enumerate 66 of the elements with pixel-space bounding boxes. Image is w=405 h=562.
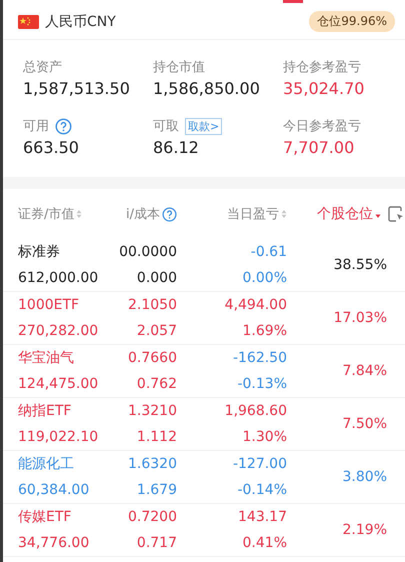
position-cell-text: 2.19% xyxy=(342,522,387,538)
stat-label: 总资产 xyxy=(23,59,62,76)
stat-label: 今日参考盈亏 xyxy=(283,118,361,135)
position-cell-text: 3.80% xyxy=(342,469,387,485)
security-name: 1000ETF xyxy=(18,297,80,313)
pnl-cell-text: 1,968.60 xyxy=(224,403,287,419)
column-settings-icon[interactable] xyxy=(387,205,405,223)
stat-label: 可取 xyxy=(153,118,179,135)
help-icon[interactable] xyxy=(162,206,177,222)
stat-value: 663.50 xyxy=(23,138,80,157)
cost-cell-text: 1.112 xyxy=(136,429,177,445)
cost-cell-text: 2.057 xyxy=(136,323,177,339)
price-cell-text: 1.3210 xyxy=(127,403,177,419)
tab-indicator xyxy=(283,0,303,3)
stat-label: 持仓市值 xyxy=(153,59,205,76)
price-cell-text: 00.0000 xyxy=(118,244,177,260)
position-badge: 仓位99.96% xyxy=(309,11,395,32)
pnl-percent-cell-text: -0.14% xyxy=(236,482,287,498)
currency-label: 人民币CNY xyxy=(45,12,117,30)
price-cell-text: 0.7200 xyxy=(127,509,177,525)
price-cell-text: 0.7660 xyxy=(127,350,177,366)
security-name: 标准券 xyxy=(18,243,61,261)
flag-icon xyxy=(18,14,39,28)
security-name: 能源化工 xyxy=(18,455,75,473)
cost-cell-text: 0.762 xyxy=(136,376,177,392)
position-cell-text: 7.84% xyxy=(342,363,387,379)
price-cell-text: 2.1050 xyxy=(127,297,177,313)
security-name: 纳指ETF xyxy=(18,402,72,420)
market-value-cell-text: 60,384.00 xyxy=(18,482,90,498)
position-cell-text: 38.55% xyxy=(332,257,387,273)
market-value-cell-text: 612,000.00 xyxy=(18,270,100,286)
column-header[interactable]: 个股仓位 xyxy=(317,205,373,223)
market-value-cell-text: 124,475.00 xyxy=(18,376,100,392)
stat-value: 86.12 xyxy=(153,138,200,157)
pnl-percent-cell-text: 1.30% xyxy=(242,429,287,445)
column-header[interactable]: i/成本 xyxy=(126,205,160,223)
stat-value: 35,024.70 xyxy=(283,79,366,98)
help-icon[interactable] xyxy=(55,118,72,134)
security-name: 华宝油气 xyxy=(18,349,75,367)
pnl-cell-text: -162.50 xyxy=(232,350,287,366)
stat-value: 7,707.00 xyxy=(283,138,356,157)
withdraw-link[interactable]: 取款> xyxy=(185,118,222,134)
pnl-percent-cell-text: 0.00% xyxy=(242,270,287,286)
column-header[interactable]: 当日盈亏 xyxy=(227,205,279,223)
cost-cell-text: 1.679 xyxy=(136,482,177,498)
cost-cell-text: 0.717 xyxy=(136,535,177,551)
cost-cell-text: 0.000 xyxy=(136,270,177,286)
position-cell-text: 7.50% xyxy=(342,416,387,432)
pnl-percent-cell-text: 0.41% xyxy=(242,535,287,551)
price-cell-text: 1.6320 xyxy=(127,456,177,472)
pnl-percent-cell-text: -0.13% xyxy=(236,376,287,392)
stat-value: 1,587,513.50 xyxy=(23,79,131,98)
column-header[interactable]: 证券/市值 xyxy=(18,205,74,223)
position-cell-text: 17.03% xyxy=(332,310,387,326)
pnl-cell-text: 143.17 xyxy=(237,509,287,525)
pnl-cell-text: -127.00 xyxy=(232,456,287,472)
security-name: 传媒ETF xyxy=(18,508,72,526)
stat-value: 1,586,850.00 xyxy=(153,79,261,98)
stat-label: 持仓参考盈亏 xyxy=(283,59,361,76)
pnl-percent-cell-text: 1.69% xyxy=(242,323,287,339)
pnl-cell-text: 4,494.00 xyxy=(224,297,287,313)
market-value-cell-text: 270,282.00 xyxy=(18,323,100,339)
market-value-cell-text: 119,022.10 xyxy=(18,429,100,445)
market-value-cell-text: 34,776.00 xyxy=(18,535,90,551)
pnl-cell-text: -0.61 xyxy=(250,244,287,260)
stat-label: 可用 xyxy=(23,118,49,135)
